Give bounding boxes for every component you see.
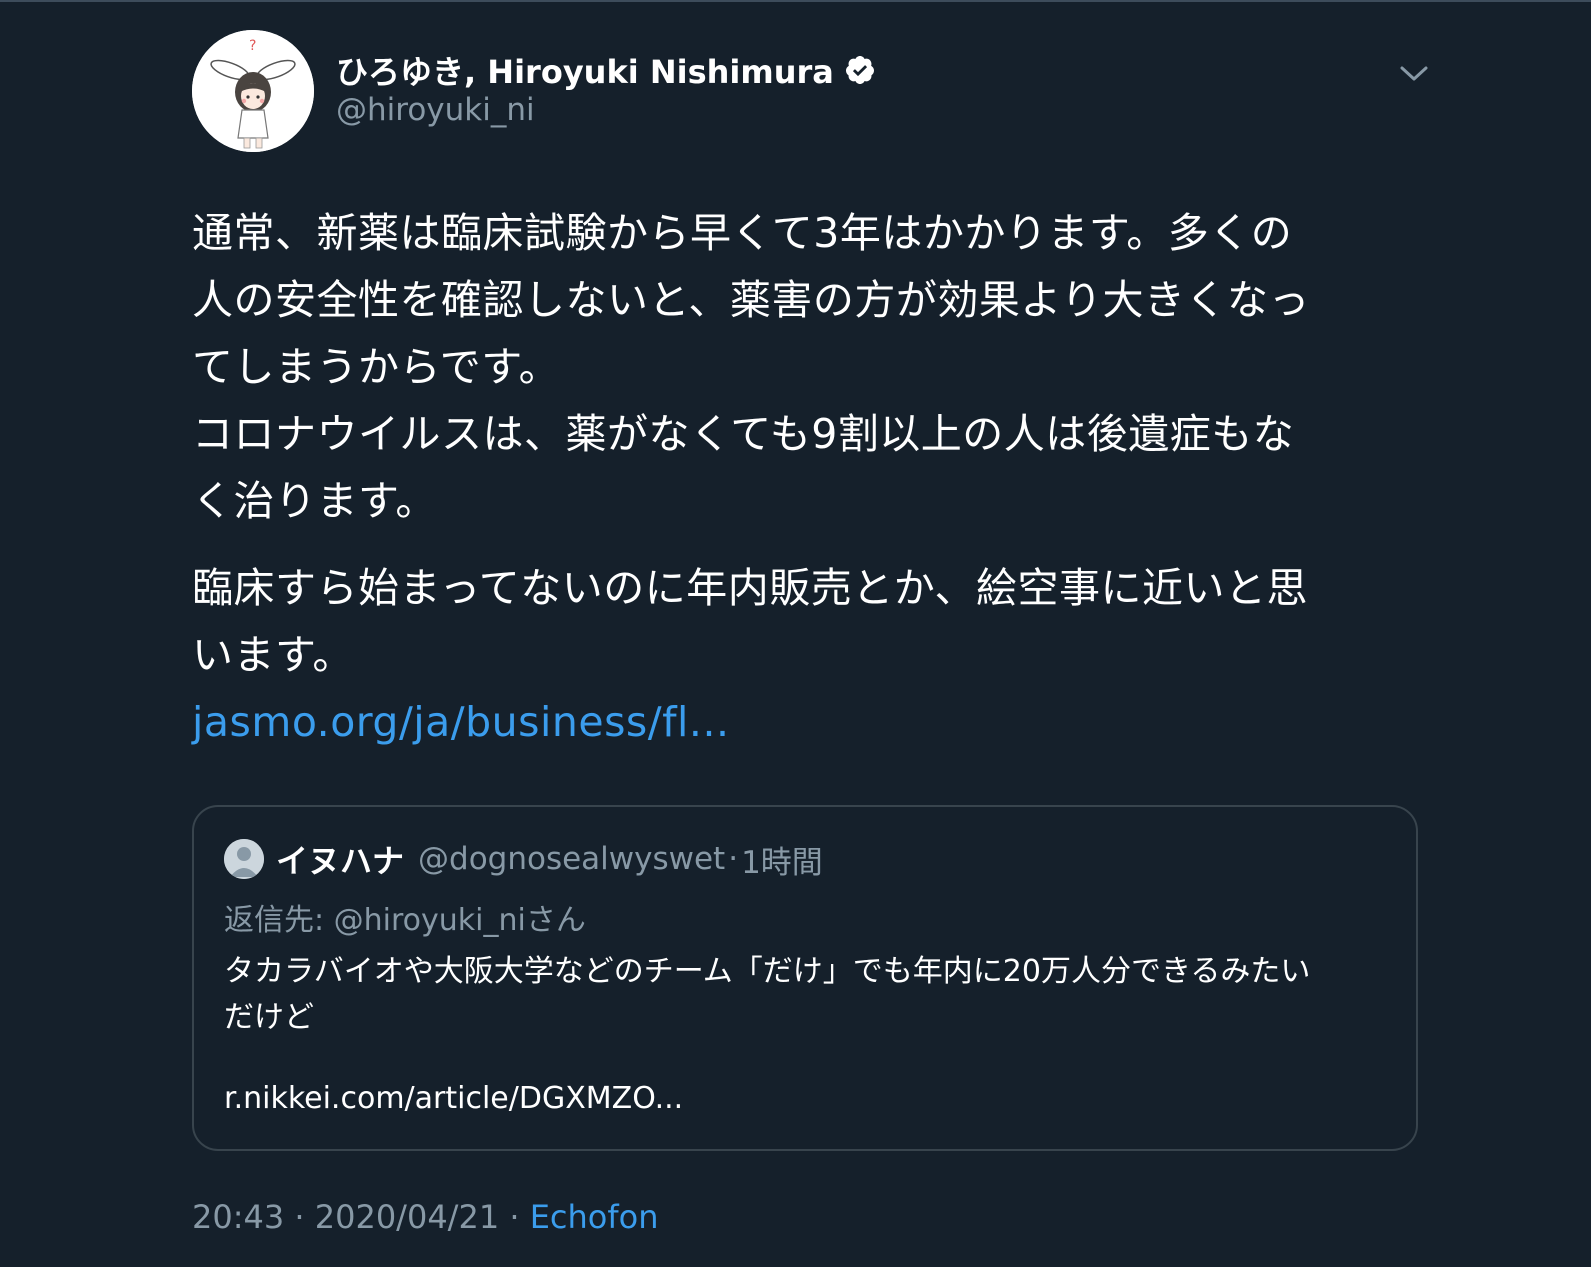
tweet-meta: 20:43 · 2020/04/21 · Echofon xyxy=(192,1198,658,1236)
quoted-link[interactable]: r.nikkei.com/article/DGXMZO... xyxy=(224,1081,683,1116)
tweet-date[interactable]: 2020/04/21 xyxy=(315,1198,499,1236)
tweet-time[interactable]: 20:43 xyxy=(192,1198,284,1236)
tweet-text-line: てしまうからです。 xyxy=(192,343,561,391)
meta-separator: · xyxy=(284,1198,315,1236)
quoted-text-line: だけど xyxy=(224,1000,314,1035)
tweet-source[interactable]: Echofon xyxy=(530,1198,659,1236)
verified-badge-icon xyxy=(844,54,876,86)
tweet-text: 通常、新薬は臨床試験から早くて3年はかかります。多くの 人の安全性を確認しないと… xyxy=(192,200,1412,756)
quoted-handle[interactable]: @dognosealwyswet xyxy=(418,841,725,877)
tweet-text-line: 通常、新薬は臨床試験から早くて3年はかかります。多くの xyxy=(192,209,1293,257)
top-divider xyxy=(0,0,1591,2)
tweet-text-line: 臨床すら始まってないのに年内販売とか、絵空事に近いと思 xyxy=(192,564,1308,612)
quoted-separator: · xyxy=(728,841,739,877)
author-handle[interactable]: @hiroyuki_ni xyxy=(336,92,535,128)
quoted-tweet-card[interactable]: イヌハナ @dognosealwyswet · 1時間 返信先: @hiroyu… xyxy=(192,805,1418,1151)
tweet-link[interactable]: jasmo.org/ja/business/fl... xyxy=(192,698,730,746)
meta-separator: · xyxy=(499,1198,530,1236)
author-avatar[interactable]: ? xyxy=(192,30,314,152)
tweet-text-line: います。 xyxy=(192,631,354,679)
tweet-detail-page: ? ひろゆき, Hiroyuki Nishimura @hiroyuki_ni xyxy=(0,0,1591,1267)
svg-text:?: ? xyxy=(249,38,256,54)
reply-to-label: 返信先: @hiroyuki_niさん xyxy=(224,903,586,938)
chevron-down-icon[interactable] xyxy=(1396,55,1432,91)
author-name-text: ひろゆき, Hiroyuki Nishimura xyxy=(336,53,834,91)
quoted-text-line: タカラバイオや大阪大学などのチーム「だけ」でも年内に20万人分できるみたい xyxy=(224,954,1311,989)
default-avatar-icon[interactable] xyxy=(224,839,264,879)
tweet-text-line: 人の安全性を確認しないと、薬害の方が効果より大きくなっ xyxy=(192,276,1311,324)
quoted-timestamp[interactable]: 1時間 xyxy=(741,837,823,882)
quoted-header: イヌハナ @dognosealwyswet · 1時間 xyxy=(276,837,823,881)
quoted-display-name[interactable]: イヌハナ xyxy=(276,836,404,882)
author-display-name[interactable]: ひろゆき, Hiroyuki Nishimura xyxy=(336,48,876,92)
tweet-text-line: く治ります。 xyxy=(192,477,437,525)
quoted-text: タカラバイオや大阪大学などのチーム「だけ」でも年内に20万人分できるみたい だけ… xyxy=(224,949,1384,1041)
avatar-illustration: ? xyxy=(192,30,314,152)
tweet-text-line: コロナウイルスは、薬がなくても9割以上の人は後遺症もな xyxy=(192,410,1295,458)
